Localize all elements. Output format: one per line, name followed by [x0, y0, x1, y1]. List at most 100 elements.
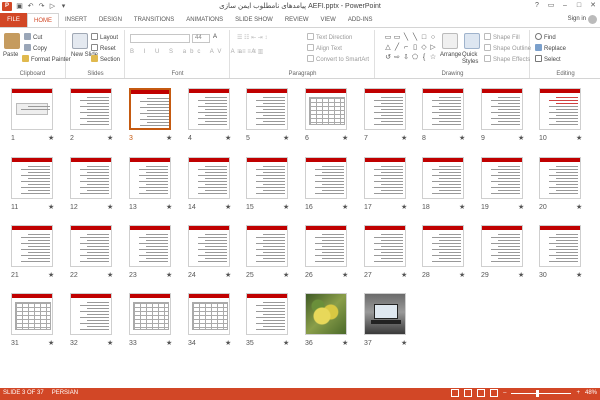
transition-star-icon[interactable]: ★: [225, 271, 231, 279]
quick-styles-icon[interactable]: [464, 33, 480, 49]
bold-button[interactable]: B: [130, 49, 138, 55]
section-button[interactable]: Section: [91, 55, 120, 63]
slide-thumbnail[interactable]: 9 ★: [481, 88, 525, 146]
transition-star-icon[interactable]: ★: [48, 134, 54, 142]
transition-star-icon[interactable]: ★: [166, 203, 172, 211]
slide-preview[interactable]: [305, 225, 347, 267]
shape-gallery-item[interactable]: ╲: [402, 33, 410, 42]
maximize-button[interactable]: □: [574, 0, 584, 11]
transition-star-icon[interactable]: ★: [107, 203, 113, 211]
tab-transitions[interactable]: TRANSITIONS: [128, 13, 180, 28]
slide-thumbnail[interactable]: 11 ★: [11, 157, 55, 215]
slide-thumbnail[interactable]: 21 ★: [11, 225, 55, 283]
shape-gallery-item[interactable]: ▭: [393, 33, 401, 42]
shape-gallery-item[interactable]: △: [384, 43, 392, 52]
slide-preview[interactable]: [305, 293, 347, 335]
quick-styles-button[interactable]: Quick Styles: [462, 52, 482, 66]
slide-thumbnail[interactable]: 19 ★: [481, 157, 525, 215]
slide-thumbnail[interactable]: 30 ★: [539, 225, 583, 283]
slide-preview[interactable]: [539, 88, 581, 130]
slide-preview[interactable]: [305, 88, 347, 130]
slide-preview[interactable]: [70, 157, 112, 199]
transition-star-icon[interactable]: ★: [48, 339, 54, 347]
tab-add-ins[interactable]: ADD-INS: [342, 13, 379, 28]
slide-thumbnail[interactable]: 2 ★: [70, 88, 114, 146]
cut-button[interactable]: Cut: [24, 33, 42, 41]
strikethrough-button[interactable]: abc: [183, 49, 205, 55]
slide-preview[interactable]: [129, 88, 171, 130]
close-button[interactable]: ✕: [588, 0, 598, 11]
transition-star-icon[interactable]: ★: [225, 339, 231, 347]
shape-gallery-item[interactable]: ▷: [429, 43, 437, 52]
transition-star-icon[interactable]: ★: [518, 203, 524, 211]
help-icon[interactable]: ?: [532, 0, 542, 11]
slide-thumbnail[interactable]: 1 ★: [11, 88, 55, 146]
transition-star-icon[interactable]: ★: [48, 203, 54, 211]
slide-thumbnail[interactable]: 17 ★: [364, 157, 408, 215]
sign-in-link[interactable]: Sign in: [568, 16, 586, 22]
slide-preview[interactable]: [11, 225, 53, 267]
transition-star-icon[interactable]: ★: [283, 271, 289, 279]
transition-star-icon[interactable]: ★: [401, 134, 407, 142]
transition-star-icon[interactable]: ★: [518, 134, 524, 142]
reset-button[interactable]: Reset: [91, 44, 116, 52]
layout-button[interactable]: Layout: [91, 33, 118, 41]
slide-thumbnail[interactable]: 36 ★: [305, 293, 349, 351]
shadow-button[interactable]: S: [169, 49, 177, 55]
slide-thumbnail[interactable]: 23 ★: [129, 225, 173, 283]
transition-star-icon[interactable]: ★: [459, 203, 465, 211]
slide-preview[interactable]: [11, 88, 53, 130]
slide-thumbnail[interactable]: 14 ★: [188, 157, 232, 215]
paste-icon[interactable]: [4, 33, 20, 49]
slide-thumbnail[interactable]: 16 ★: [305, 157, 349, 215]
tab-animations[interactable]: ANIMATIONS: [180, 13, 229, 28]
transition-star-icon[interactable]: ★: [283, 339, 289, 347]
slide-thumbnail[interactable]: 3 ★: [129, 88, 173, 146]
slide-preview[interactable]: [129, 293, 171, 335]
slide-thumbnail[interactable]: 25 ★: [246, 225, 290, 283]
slide-preview[interactable]: [188, 293, 230, 335]
shape-gallery-item[interactable]: ▯: [411, 43, 419, 52]
slide-preview[interactable]: [246, 225, 288, 267]
text-direction-button[interactable]: Text Direction: [307, 33, 352, 41]
slide-preview[interactable]: [422, 88, 464, 130]
slide-thumbnail[interactable]: 7 ★: [364, 88, 408, 146]
shape-gallery-item[interactable]: ↺: [384, 53, 392, 62]
slide-thumbnail[interactable]: 22 ★: [70, 225, 114, 283]
slide-thumbnail[interactable]: 8 ★: [422, 88, 466, 146]
italic-button[interactable]: I: [144, 49, 150, 55]
slide-preview[interactable]: [246, 293, 288, 335]
transition-star-icon[interactable]: ★: [576, 203, 582, 211]
align-text-button[interactable]: Align Text: [307, 44, 342, 52]
shape-gallery-item[interactable]: ☆: [429, 53, 437, 62]
shape-gallery-item[interactable]: ⬠: [411, 53, 419, 62]
slide-preview[interactable]: [364, 157, 406, 199]
slide-thumbnail[interactable]: 33 ★: [129, 293, 173, 351]
undo-icon[interactable]: ↶: [26, 2, 35, 11]
slide-preview[interactable]: [481, 88, 523, 130]
transition-star-icon[interactable]: ★: [401, 271, 407, 279]
transition-star-icon[interactable]: ★: [225, 134, 231, 142]
slide-sorter-view-icon[interactable]: [464, 389, 473, 397]
transition-star-icon[interactable]: ★: [107, 271, 113, 279]
slide-preview[interactable]: [11, 157, 53, 199]
slide-preview[interactable]: [188, 225, 230, 267]
shape-fill-button[interactable]: Shape Fill: [484, 33, 520, 41]
slide-preview[interactable]: [481, 157, 523, 199]
shape-gallery-item[interactable]: ╱: [393, 43, 401, 52]
char-spacing-button[interactable]: AV: [210, 49, 226, 55]
slide-preview[interactable]: [70, 293, 112, 335]
shape-gallery-item[interactable]: □: [420, 33, 428, 42]
zoom-out-button[interactable]: –: [503, 390, 506, 396]
slide-preview[interactable]: [305, 157, 347, 199]
transition-star-icon[interactable]: ★: [576, 134, 582, 142]
find-button[interactable]: Find: [535, 33, 556, 41]
slide-preview[interactable]: [129, 225, 171, 267]
smartart-button[interactable]: Convert to SmartArt: [307, 55, 369, 63]
list-buttons[interactable]: ☰ ☷ ⇤ ⇥ ↕: [237, 34, 267, 41]
transition-star-icon[interactable]: ★: [225, 203, 231, 211]
transition-star-icon[interactable]: ★: [401, 339, 407, 347]
transition-star-icon[interactable]: ★: [459, 271, 465, 279]
reading-view-icon[interactable]: [477, 389, 486, 397]
slide-thumbnail[interactable]: 31 ★: [11, 293, 55, 351]
